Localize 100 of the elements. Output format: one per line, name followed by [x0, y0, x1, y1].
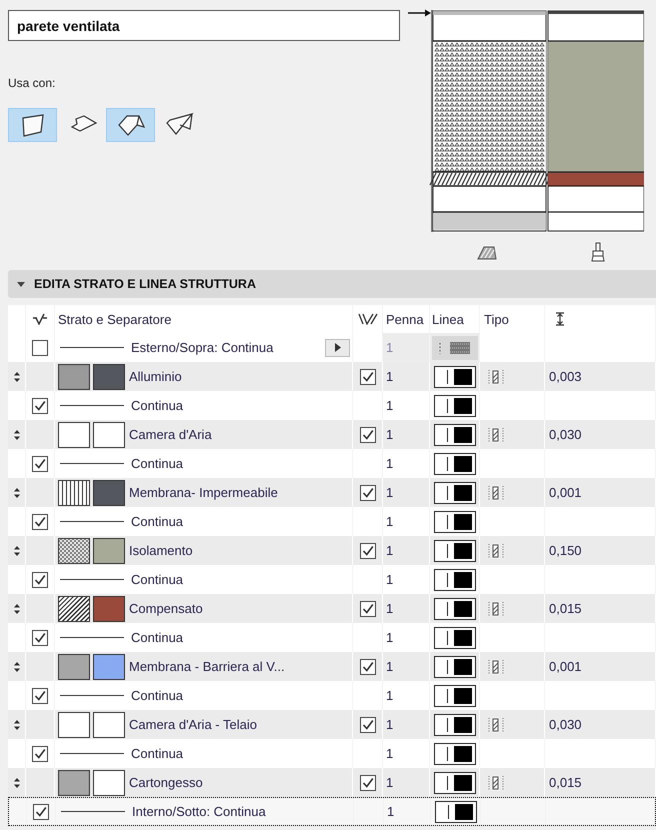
hatch-icon[interactable] — [476, 244, 498, 262]
fill-pattern-swatch[interactable] — [58, 712, 90, 738]
checkbox[interactable] — [360, 542, 376, 558]
column-header[interactable]: Penna — [386, 312, 424, 326]
line-style-swatch[interactable] — [434, 452, 476, 474]
pen-number: 1 — [386, 398, 394, 413]
table-row[interactable]: Interno/Sotto: Continua 1 — [8, 797, 656, 826]
layer-type-icon[interactable] — [488, 658, 504, 674]
color-swatch[interactable] — [93, 712, 125, 738]
line-style-swatch[interactable] — [434, 800, 476, 822]
structure-type-button[interactable] — [106, 108, 155, 142]
layer-type-icon[interactable] — [488, 484, 504, 500]
expand-button[interactable] — [325, 338, 350, 356]
line-style-swatch[interactable] — [434, 424, 476, 446]
checkbox[interactable] — [360, 600, 376, 616]
line-style-swatch[interactable] — [432, 336, 478, 360]
fill-pattern-swatch[interactable] — [58, 538, 90, 564]
pen-number: 1 — [386, 543, 394, 558]
table-row[interactable]: Continua 1 — [8, 623, 656, 652]
table-row[interactable]: Continua 1 — [8, 565, 656, 594]
column-header[interactable]: Strato e Separatore — [58, 312, 172, 326]
checkbox[interactable] — [32, 630, 48, 646]
line-style-swatch[interactable] — [434, 510, 476, 532]
table-row[interactable]: Esterno/Sopra: Continua 1 — [8, 333, 656, 362]
checkbox[interactable] — [360, 658, 376, 674]
checkbox[interactable] — [32, 572, 48, 588]
fill-pattern-swatch[interactable] — [58, 596, 90, 622]
column-header[interactable]: Linea — [430, 312, 464, 326]
checkbox[interactable] — [32, 514, 48, 530]
table-row[interactable]: Compensato 1 0,015 — [8, 594, 656, 623]
line-style-swatch[interactable] — [434, 394, 476, 416]
table-row[interactable]: Camera d'Aria 1 0,030 — [8, 420, 656, 449]
checkbox[interactable] — [360, 774, 376, 790]
checkbox[interactable] — [32, 456, 48, 472]
fill-pattern-swatch[interactable] — [58, 364, 90, 390]
table-row[interactable]: Membrana - Barriera al V... 1 0,001 — [8, 652, 656, 681]
fill-pattern-swatch[interactable] — [58, 422, 90, 448]
drag-handle-icon[interactable] — [12, 718, 20, 730]
checkbox[interactable] — [32, 688, 48, 704]
structure-type-button[interactable] — [8, 108, 57, 142]
paintbrush-icon[interactable] — [590, 242, 606, 262]
drag-handle-icon[interactable] — [12, 370, 20, 382]
table-row[interactable]: Continua 1 — [8, 681, 656, 710]
drag-handle-icon[interactable] — [12, 776, 20, 788]
column-header[interactable]: Tipo — [484, 312, 509, 326]
line-style-swatch[interactable] — [434, 568, 476, 590]
color-swatch[interactable] — [93, 422, 125, 448]
fill-pattern-swatch[interactable] — [58, 480, 90, 506]
layer-type-icon[interactable] — [488, 426, 504, 442]
line-style-swatch[interactable] — [434, 598, 476, 620]
drag-handle-icon[interactable] — [12, 544, 20, 556]
color-swatch[interactable] — [93, 770, 125, 796]
checkbox[interactable] — [360, 426, 376, 442]
line-style-swatch[interactable] — [434, 684, 476, 706]
drag-handle-icon[interactable] — [12, 602, 20, 614]
line-style-swatch[interactable] — [434, 772, 476, 794]
table-row[interactable]: Continua 1 — [8, 739, 656, 768]
layer-type-icon[interactable] — [488, 368, 504, 384]
line-style-swatch[interactable] — [434, 742, 476, 764]
name-field[interactable]: parete ventilata — [8, 10, 400, 41]
color-swatch[interactable] — [93, 364, 125, 390]
checkbox[interactable] — [32, 746, 48, 762]
drag-handle-icon[interactable] — [12, 486, 20, 498]
line-style-swatch[interactable] — [434, 540, 476, 562]
table-row[interactable]: Alluminio 1 0,003 — [8, 362, 656, 391]
disclosure-triangle-icon[interactable] — [16, 279, 26, 289]
checkbox[interactable] — [32, 398, 48, 414]
checkbox[interactable] — [32, 340, 48, 356]
table-row[interactable]: Continua 1 — [8, 507, 656, 536]
color-swatch[interactable] — [93, 596, 125, 622]
table-row[interactable]: Cartongesso 1 0,015 — [8, 768, 656, 797]
line-style-swatch[interactable] — [434, 626, 476, 648]
drag-handle-icon[interactable] — [12, 428, 20, 440]
line-sample — [60, 347, 124, 348]
layer-type-icon[interactable] — [488, 716, 504, 732]
table-row[interactable]: Membrana- Impermeabile 1 0,001 — [8, 478, 656, 507]
line-style-swatch[interactable] — [434, 366, 476, 388]
color-swatch[interactable] — [93, 654, 125, 680]
drag-handle-icon[interactable] — [12, 660, 20, 672]
fill-pattern-swatch[interactable] — [58, 770, 90, 796]
line-style-swatch[interactable] — [434, 656, 476, 678]
color-swatch[interactable] — [93, 538, 125, 564]
layer-type-icon[interactable] — [488, 600, 504, 616]
table-row[interactable]: Continua 1 — [8, 449, 656, 478]
table-row[interactable]: Continua 1 — [8, 391, 656, 420]
fill-pattern-swatch[interactable] — [58, 654, 90, 680]
line-style-swatch[interactable] — [434, 714, 476, 736]
pen-number: 1 — [386, 775, 394, 790]
table-row[interactable]: Isolamento 1 0,150 — [8, 536, 656, 565]
checkbox[interactable] — [360, 484, 376, 500]
layer-type-icon[interactable] — [488, 542, 504, 558]
table-row[interactable]: Camera d'Aria - Telaio 1 0,030 — [8, 710, 656, 739]
checkbox[interactable] — [360, 716, 376, 732]
section-header[interactable]: EDITA STRATO E LINEA STRUTTURA — [8, 270, 656, 298]
checkbox[interactable] — [33, 804, 49, 820]
color-swatch[interactable] — [93, 480, 125, 506]
layer-type-icon[interactable] — [488, 774, 504, 790]
layer-name: Alluminio — [129, 369, 182, 384]
checkbox[interactable] — [360, 368, 376, 384]
line-style-swatch[interactable] — [434, 482, 476, 504]
